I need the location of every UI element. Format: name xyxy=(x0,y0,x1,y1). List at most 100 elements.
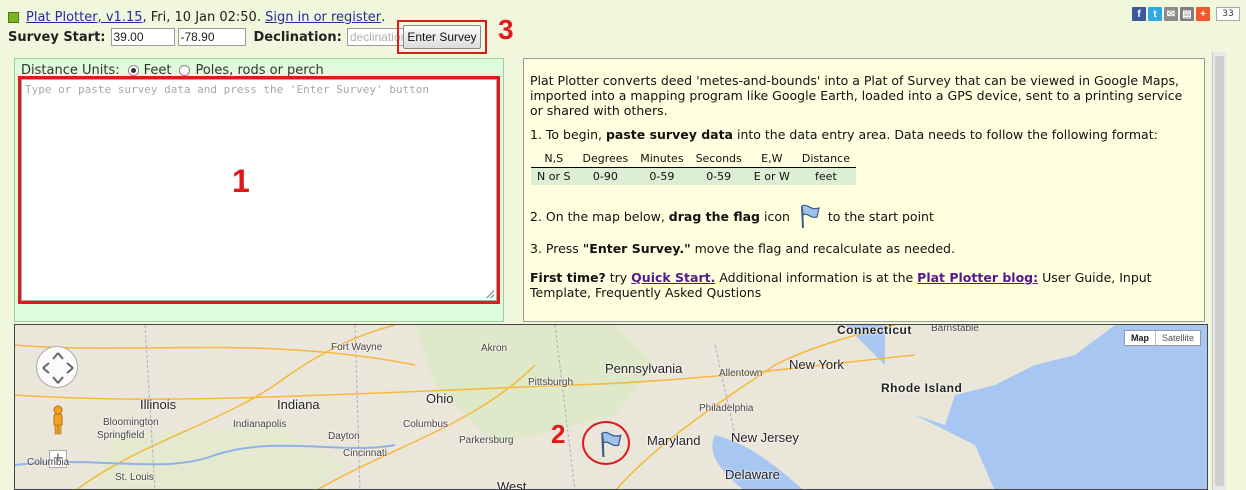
facebook-icon[interactable]: f xyxy=(1132,7,1146,21)
step-2-pre: 2. On the map below, xyxy=(530,209,669,224)
step-3-bold: "Enter Survey." xyxy=(582,241,691,256)
start-point-flag-icon[interactable] xyxy=(598,429,624,459)
format-table-header: Minutes xyxy=(634,150,690,168)
map-label-state: Illinois xyxy=(140,397,177,412)
annotation-3: 3 xyxy=(498,14,514,45)
longitude-input[interactable] xyxy=(177,28,246,46)
map-background xyxy=(15,325,1207,489)
step-2: 2. On the map below, drag the flag icon t… xyxy=(530,203,1198,232)
map-label-state: New Jersey xyxy=(731,430,799,445)
print-icon[interactable]: ▤ xyxy=(1180,7,1194,21)
map-label-state: Connecticut xyxy=(837,324,912,337)
map-label-city: St. Louis xyxy=(115,472,154,483)
format-table-cell: E or W xyxy=(747,167,796,185)
map-label-state: Maryland xyxy=(647,433,701,448)
enter-survey-button[interactable]: Enter Survey xyxy=(403,25,481,49)
twitter-icon[interactable]: t xyxy=(1148,7,1162,21)
map-label-city: Barnstable xyxy=(931,324,979,334)
pan-control[interactable] xyxy=(36,346,78,388)
map-label-state: West xyxy=(497,479,527,490)
map-label-city: Pittsburgh xyxy=(528,377,574,388)
step-1-pre: 1. To begin, xyxy=(530,127,606,142)
resize-grip-icon[interactable] xyxy=(486,290,494,298)
format-table-cell: 0-59 xyxy=(689,167,748,185)
step-3: 3. Press "Enter Survey." move the flag a… xyxy=(530,241,1198,256)
app-version-link[interactable]: Plat Plotter, v1.15 xyxy=(26,10,143,25)
map-label-city: Columbus xyxy=(403,419,449,430)
map-label-state: New York xyxy=(789,357,844,372)
annotation-1: 1 xyxy=(232,163,250,199)
format-table: N,S Degrees Minutes Seconds E,W Distance N or… xyxy=(531,150,856,185)
latitude-input[interactable] xyxy=(110,28,175,46)
survey-start-label: Survey Start: xyxy=(8,29,106,45)
survey-data-highlight xyxy=(18,76,500,304)
map-label-state: Delaware xyxy=(725,467,780,482)
map-label-state: Pennsylvania xyxy=(605,361,683,376)
map-label-city: Columbia xyxy=(27,457,70,468)
map-label-city: Bloomington xyxy=(103,417,159,428)
date-text: , Fri, 10 Jan 02:50. xyxy=(142,9,266,25)
share-counter: 33 xyxy=(1216,7,1240,21)
format-table-header: Distance xyxy=(795,150,856,168)
quick-start-link[interactable]: Quick Start. xyxy=(631,270,715,285)
header-dot: . xyxy=(381,9,386,25)
format-table-cell: N or S xyxy=(531,167,577,185)
scrollbar-thumb[interactable] xyxy=(1215,56,1224,486)
header-bar: Plat Plotter, v1.15 , Fri, 10 Jan 02:50.… xyxy=(8,8,385,26)
pan-arrows-icon xyxy=(42,352,74,384)
addthis-icon[interactable]: + xyxy=(1196,7,1210,21)
feet-radio[interactable] xyxy=(127,65,139,76)
satellite-type-button[interactable]: Satellite xyxy=(1156,331,1200,345)
street-view-pegman-icon[interactable] xyxy=(52,405,64,435)
step-1: 1. To begin, paste survey data into the … xyxy=(530,127,1198,142)
intro-text: Plat Plotter converts deed 'metes-and-bo… xyxy=(530,73,1183,118)
app-logo-icon xyxy=(8,11,19,23)
map-label-city: Fort Wayne xyxy=(331,342,383,353)
map-label-city: Indianapolis xyxy=(233,419,287,430)
enter-survey-highlight: Enter Survey xyxy=(397,20,487,54)
map-label-city: Akron xyxy=(481,343,508,354)
declination-label: Declination: xyxy=(253,29,342,45)
google-map[interactable]: Map Satellite + Illinois Indiana Ohio Pe… xyxy=(14,324,1208,490)
instructions-panel: Plat Plotter converts deed 'metes-and-bo… xyxy=(523,58,1205,322)
step-1-bold: paste survey data xyxy=(605,127,733,142)
map-label-city: Philadelphia xyxy=(699,403,754,414)
map-label-state: Rhode Island xyxy=(881,381,963,395)
step-3-post: move the flag and recalculate as needed. xyxy=(690,241,955,256)
additional-text: Additional information is at the xyxy=(715,270,918,285)
map-label-city: Springfield xyxy=(97,430,145,441)
survey-toolbar: Survey Start: Declination: xyxy=(8,26,413,48)
email-icon[interactable]: ✉ xyxy=(1164,7,1178,21)
format-table-cell: feet xyxy=(795,167,856,185)
first-time-try: try xyxy=(605,270,632,285)
format-table-cell: 0-90 xyxy=(576,167,635,185)
step-2-mid: icon xyxy=(760,209,790,224)
map-label-state: Ohio xyxy=(426,391,454,406)
blog-link[interactable]: Plat Plotter blog: xyxy=(917,270,1038,285)
format-table-header: Degrees xyxy=(576,150,635,168)
page-scrollbar[interactable] xyxy=(1212,52,1226,490)
step-1-post: into the data entry area. Data needs to … xyxy=(733,127,1158,142)
map-type-button[interactable]: Map xyxy=(1125,331,1156,345)
map-label-state: Indiana xyxy=(277,397,320,412)
format-table-header: E,W xyxy=(747,150,796,168)
flag-icon xyxy=(798,203,822,232)
map-type-control: Map Satellite xyxy=(1123,330,1201,346)
poles-radio[interactable] xyxy=(179,65,191,76)
step-2-bold: drag the flag xyxy=(668,209,760,224)
first-time-bold: First time? xyxy=(530,270,606,285)
survey-entry-panel: Distance Units: Feet Poles, rods or perc… xyxy=(14,58,504,322)
step-3-pre: 3. Press xyxy=(530,241,583,256)
signin-link[interactable]: Sign in or register xyxy=(265,10,381,25)
format-table-header: N,S xyxy=(531,150,577,168)
annotation-2: 2 xyxy=(551,419,566,449)
share-bar: f t ✉ ▤ + 33 xyxy=(1132,7,1240,21)
first-time-text: First time? try Quick Start. Additional … xyxy=(530,270,1198,300)
map-label-city: Cincinnati xyxy=(343,448,387,459)
map-label-city: Parkersburg xyxy=(459,435,514,446)
step-2-post: to the start point xyxy=(827,209,934,224)
format-table-cell: 0-59 xyxy=(634,167,690,185)
map-label-city: Dayton xyxy=(328,431,360,442)
survey-data-textarea[interactable] xyxy=(21,79,497,301)
map-label-city: Allentown xyxy=(719,368,763,379)
